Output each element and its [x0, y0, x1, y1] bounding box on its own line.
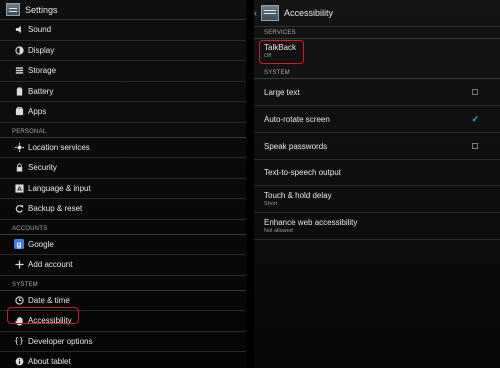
settings-item-label: Storage	[28, 66, 57, 76]
settings-item-label: Backup & reset	[28, 204, 83, 214]
settings-item-security[interactable]: Security	[0, 158, 246, 179]
auto-rotate-checkmark-icon[interactable]: ✓	[471, 114, 479, 125]
personal-header: PERSONAL	[0, 123, 246, 138]
speaker-icon	[14, 25, 24, 35]
web-accessibility-item[interactable]: Enhance web accessibility Not allowed	[254, 213, 500, 240]
settings-item-sound[interactable]: Sound	[0, 20, 246, 41]
large-text-label: Large text	[264, 87, 300, 97]
storage-icon	[14, 66, 24, 76]
touch-hold-label: Touch & hold delay	[264, 191, 332, 200]
web-accessibility-value: Not allowed	[264, 228, 293, 234]
pane-divider	[246, 0, 254, 368]
settings-item-about[interactable]: About tablet	[0, 352, 246, 368]
settings-item-label: Battery	[28, 86, 54, 96]
lock-icon	[14, 163, 24, 173]
speak-passwords-checkbox[interactable]	[472, 143, 478, 149]
location-icon	[14, 142, 24, 152]
back-chevron-icon: ‹	[254, 8, 257, 18]
settings-app-icon	[261, 5, 279, 21]
web-accessibility-text: Enhance web accessibility Not allowed	[264, 218, 357, 234]
settings-item-backup[interactable]: Backup & reset	[0, 199, 246, 220]
svg-text:g: g	[17, 240, 22, 249]
accessibility-action-bar[interactable]: ‹ Accessibility	[254, 0, 500, 27]
accounts-header: ACCOUNTS	[0, 220, 246, 235]
brightness-icon	[14, 45, 24, 55]
settings-item-label: About tablet	[28, 357, 71, 367]
backup-icon	[14, 204, 24, 214]
settings-item-add-account[interactable]: Add account	[0, 255, 246, 276]
system-header: SYSTEM	[0, 276, 246, 291]
auto-rotate-label: Auto-rotate screen	[264, 114, 330, 124]
settings-item-label: Apps	[28, 107, 47, 117]
settings-action-bar: Settings	[0, 0, 246, 20]
settings-item-label: Sound	[28, 25, 52, 35]
settings-item-storage[interactable]: Storage	[0, 61, 246, 82]
settings-item-language[interactable]: A Language & input	[0, 179, 246, 199]
settings-item-battery[interactable]: Battery	[0, 82, 246, 102]
settings-item-label: Add account	[28, 260, 73, 270]
accessibility-panel: ‹ Accessibility SERVICES TalkBack Off SY…	[254, 0, 500, 368]
tts-item[interactable]: Text-to-speech output	[254, 160, 500, 186]
speak-passwords-label: Speak passwords	[264, 141, 328, 151]
settings-item-apps[interactable]: Apps	[0, 102, 246, 123]
plus-icon	[14, 260, 24, 270]
settings-panel: Settings Sound Display Storage Battery A…	[0, 0, 246, 368]
settings-item-google[interactable]: g Google	[0, 235, 246, 255]
system-header: SYSTEM	[254, 63, 500, 79]
info-icon	[14, 357, 24, 367]
settings-item-location[interactable]: Location services	[0, 138, 246, 158]
speak-passwords-item[interactable]: Speak passwords	[254, 133, 500, 160]
touch-hold-text: Touch & hold delay Short	[264, 191, 332, 207]
touch-hold-value: Short	[264, 201, 278, 207]
braces-icon: {}	[14, 336, 24, 346]
settings-item-label: Google	[28, 239, 54, 249]
page-title: Accessibility	[284, 8, 334, 18]
settings-item-label: Security	[28, 163, 57, 173]
apps-icon	[14, 107, 24, 117]
talkback-highlight	[259, 40, 304, 64]
settings-item-label: Language & input	[28, 183, 91, 193]
settings-item-developer[interactable]: {} Developer options	[0, 332, 246, 352]
settings-item-label: Date & time	[28, 295, 70, 305]
settings-item-display[interactable]: Display	[0, 41, 246, 61]
services-header: SERVICES	[254, 27, 500, 39]
page-title: Settings	[25, 4, 58, 15]
tts-label: Text-to-speech output	[264, 168, 341, 177]
keyboard-icon: A	[14, 183, 24, 193]
settings-item-label: Display	[28, 45, 55, 55]
large-text-item[interactable]: Large text	[254, 79, 500, 106]
google-icon: g	[14, 239, 24, 250]
auto-rotate-item[interactable]: Auto-rotate screen ✓	[254, 106, 500, 133]
web-accessibility-label: Enhance web accessibility	[264, 218, 358, 227]
accessibility-highlight	[7, 307, 79, 324]
svg-text:A: A	[17, 186, 22, 193]
settings-item-label: Developer options	[28, 336, 93, 346]
settings-item-label: Location services	[28, 142, 90, 152]
settings-app-icon	[6, 3, 20, 16]
battery-icon	[14, 86, 24, 96]
clock-icon	[14, 295, 24, 305]
large-text-checkbox[interactable]	[472, 89, 478, 95]
touch-hold-item[interactable]: Touch & hold delay Short	[254, 186, 500, 213]
